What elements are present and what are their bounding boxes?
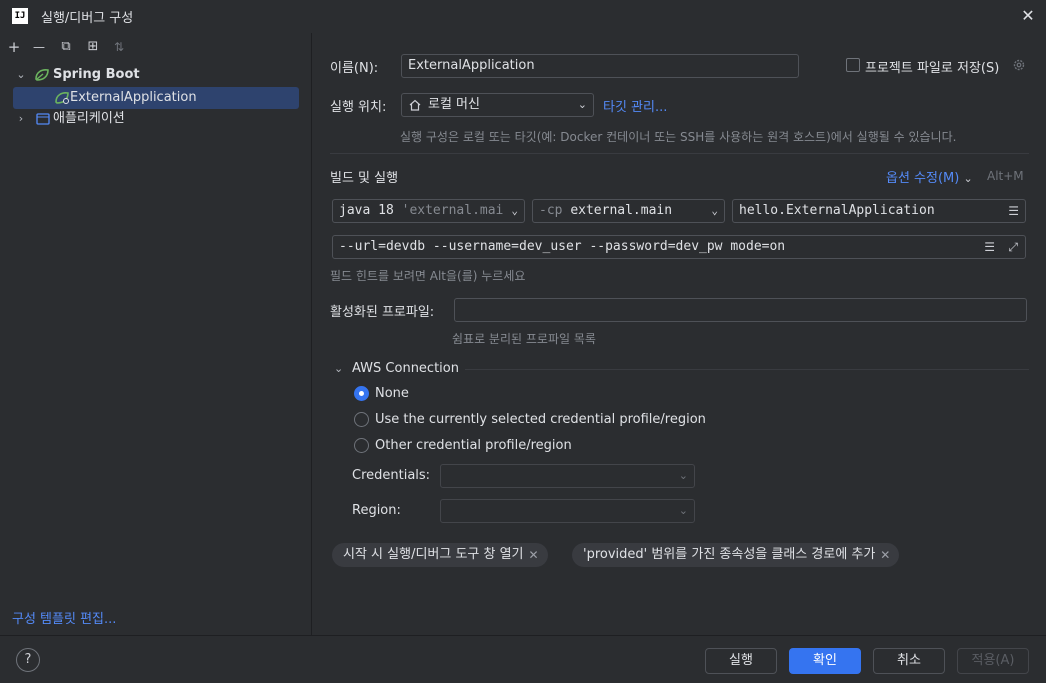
- region-dropdown[interactable]: ⌄: [440, 499, 695, 523]
- chevron-down-icon[interactable]: ⌄: [15, 64, 27, 86]
- option-chip[interactable]: 'provided' 범위를 가진 종속성을 클래스 경로에 추가 ✕: [572, 543, 900, 567]
- title-bar: IJ 실행/디버그 구성 ✕: [0, 0, 1046, 33]
- remove-option-icon[interactable]: ✕: [880, 543, 890, 567]
- option-chip[interactable]: 시작 시 실행/디버그 도구 창 열기 ✕: [332, 543, 548, 567]
- active-profiles-hint: 쉼표로 분리된 프로파일 목록: [452, 332, 596, 346]
- home-icon: [409, 99, 421, 111]
- run-on-value: 로컬 머신: [428, 97, 480, 112]
- jdk-version: java 18: [339, 203, 394, 218]
- credentials-label: Credentials:: [352, 468, 431, 483]
- ok-button[interactable]: 확인: [789, 648, 861, 674]
- browse-icon[interactable]: ☰: [1008, 200, 1019, 222]
- gear-icon[interactable]: [1012, 58, 1026, 72]
- name-label: 이름(N):: [330, 61, 379, 76]
- new-folder-icon[interactable]: ⊞: [83, 38, 103, 56]
- edit-templates-link[interactable]: 구성 템플릿 편집...: [12, 608, 116, 627]
- intellij-app-icon: IJ: [12, 8, 28, 24]
- active-profiles-input[interactable]: [454, 298, 1027, 322]
- expand-icon[interactable]: ⤢: [1008, 236, 1018, 258]
- program-arguments-input[interactable]: --url=devdb --username=dev_user --passwo…: [332, 235, 1026, 259]
- modify-options-label: 옵션 수정(M): [886, 171, 960, 186]
- modify-options-link[interactable]: 옵션 수정(M) ⌄: [886, 167, 973, 186]
- apply-button[interactable]: 적용(A): [957, 648, 1029, 674]
- option-chip-label: 'provided' 범위를 가진 종속성을 클래스 경로에 추가: [583, 547, 876, 562]
- close-icon[interactable]: ✕: [1018, 6, 1038, 26]
- tree-item-external-application[interactable]: ExternalApplication: [13, 87, 299, 109]
- configuration-editor: 이름(N): ExternalApplication 프로젝트 파일로 저장(S…: [313, 33, 1046, 635]
- help-button[interactable]: ?: [16, 648, 40, 672]
- remove-icon[interactable]: —: [29, 38, 49, 56]
- store-as-project-file-checkbox[interactable]: [846, 58, 860, 72]
- divider: [465, 369, 1029, 370]
- run-on-label: 실행 위치:: [330, 100, 387, 115]
- classpath-module-dropdown[interactable]: -cp external.main ⌄: [532, 199, 725, 223]
- store-as-project-file-label: 프로젝트 파일로 저장(S): [865, 61, 1000, 76]
- dialog-footer: ? 실행 확인 취소 적용(A): [0, 635, 1046, 683]
- insert-macro-icon[interactable]: ☰: [984, 236, 995, 258]
- chevron-down-icon[interactable]: ⌄: [334, 362, 343, 375]
- tree-item-label: Spring Boot: [53, 67, 140, 82]
- application-icon: [36, 113, 50, 125]
- spring-boot-icon: [35, 69, 49, 81]
- name-input[interactable]: ExternalApplication: [401, 54, 799, 78]
- chevron-down-icon: ⌄: [711, 204, 718, 217]
- window-title: 실행/디버그 구성: [41, 11, 134, 26]
- tree-item-label: 애플리케이션: [53, 111, 125, 126]
- cp-module: external.main: [570, 203, 673, 218]
- main-class-value: hello.ExternalApplication: [739, 203, 935, 218]
- aws-current-profile-radio[interactable]: [354, 412, 369, 427]
- aws-current-profile-label[interactable]: Use the currently selected credential pr…: [375, 412, 706, 427]
- aws-other-profile-radio[interactable]: [354, 438, 369, 453]
- modify-options-shortcut: Alt+M: [987, 169, 1024, 183]
- remove-option-icon[interactable]: ✕: [528, 543, 538, 567]
- program-arguments-value: --url=devdb --username=dev_user --passwo…: [339, 239, 786, 254]
- run-on-hint: 실행 구성은 로컬 또는 타깃(예: Docker 컨테이너 또는 SSH를 사…: [400, 130, 957, 144]
- divider: [330, 153, 1029, 154]
- chevron-down-icon: ⌄: [678, 504, 688, 517]
- region-label: Region:: [352, 503, 401, 518]
- chevron-down-icon: ⌄: [577, 98, 587, 111]
- tree-item-application[interactable]: › 애플리케이션: [0, 108, 311, 130]
- aws-none-label[interactable]: None: [375, 386, 409, 401]
- aws-other-profile-label[interactable]: Other credential profile/region: [375, 438, 572, 453]
- manage-targets-link[interactable]: 타깃 관리...: [603, 96, 667, 115]
- field-hint: 필드 힌트를 보려면 Alt을(를) 누르세요: [330, 269, 526, 283]
- credentials-dropdown[interactable]: ⌄: [440, 464, 695, 488]
- add-icon[interactable]: +: [4, 38, 24, 56]
- chevron-right-icon[interactable]: ›: [15, 108, 27, 130]
- copy-icon[interactable]: ⧉: [56, 38, 76, 56]
- tree-item-spring-boot[interactable]: ⌄ Spring Boot: [0, 64, 311, 86]
- active-profiles-label: 활성화된 프로파일:: [330, 305, 435, 320]
- aws-none-radio[interactable]: [354, 386, 369, 401]
- sort-icon[interactable]: ⇅: [109, 38, 129, 56]
- chevron-down-icon: ⌄: [508, 200, 518, 222]
- chevron-down-icon: ⌄: [678, 469, 688, 482]
- cp-flag: -cp: [539, 203, 563, 218]
- chevron-down-icon: ⌄: [963, 172, 973, 185]
- cancel-button[interactable]: 취소: [873, 648, 945, 674]
- build-and-run-label: 빌드 및 실행: [330, 171, 399, 186]
- jdk-module: 'external.mai: [401, 203, 504, 218]
- run-on-dropdown[interactable]: 로컬 머신 ⌄: [401, 93, 594, 117]
- jdk-dropdown[interactable]: java 18 'external.mai ⌄: [332, 199, 525, 223]
- aws-connection-title[interactable]: AWS Connection: [352, 361, 459, 376]
- run-button[interactable]: 실행: [705, 648, 777, 674]
- option-chip-label: 시작 시 실행/디버그 도구 창 열기: [343, 547, 524, 562]
- configurations-panel: + — ⧉ ⊞ ⇅ ⌄ Spring Boot ExternalApplicat…: [0, 33, 312, 635]
- main-class-input[interactable]: hello.ExternalApplication ☰: [732, 199, 1026, 223]
- spring-boot-run-config-icon: [55, 92, 69, 104]
- tree-item-label: ExternalApplication: [70, 90, 197, 105]
